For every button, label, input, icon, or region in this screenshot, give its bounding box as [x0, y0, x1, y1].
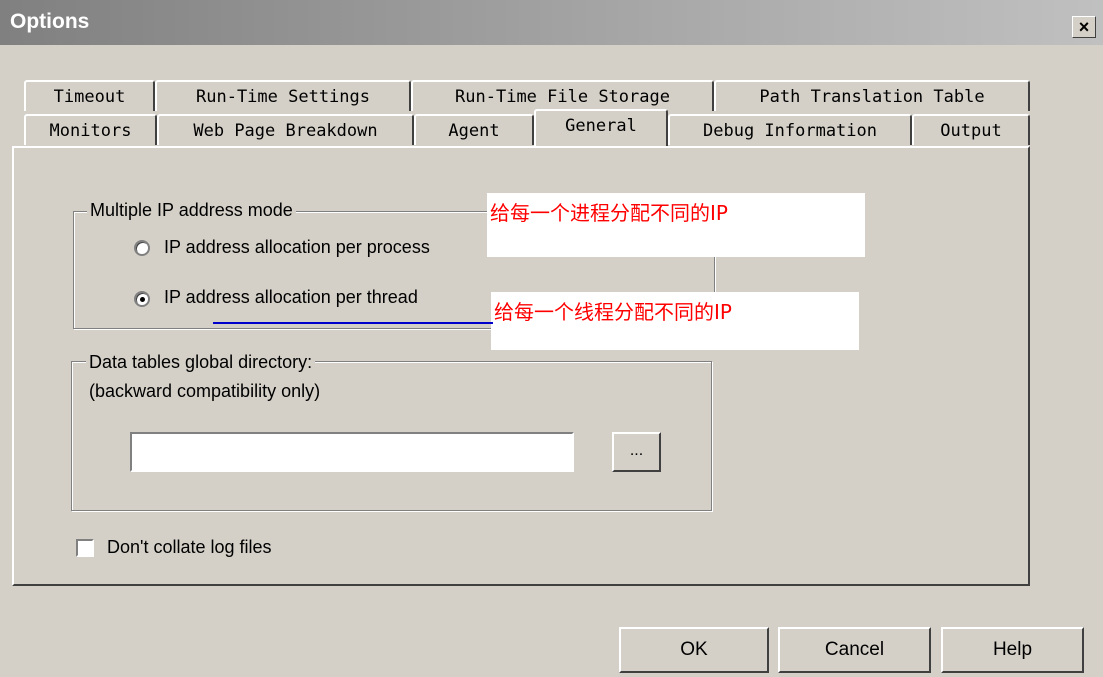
title-bar: Options ×: [0, 0, 1103, 45]
collate-log-files-checkbox[interactable]: [76, 539, 94, 557]
radio-per-thread-label[interactable]: IP address allocation per thread: [164, 287, 418, 308]
process-annotation: 给每一个进程分配不同的IP: [487, 193, 865, 257]
help-button[interactable]: Help: [941, 627, 1084, 673]
tab-debug-information[interactable]: Debug Information: [668, 114, 912, 145]
browse-button[interactable]: ...: [612, 432, 661, 472]
cancel-button[interactable]: Cancel: [778, 627, 931, 673]
tab-run-time-file-storage[interactable]: Run-Time File Storage: [411, 80, 714, 111]
radio-per-process-label[interactable]: IP address allocation per process: [164, 237, 430, 258]
annotation-underline: [213, 322, 493, 324]
tab-general[interactable]: General: [534, 109, 668, 146]
ok-button[interactable]: OK: [619, 627, 769, 673]
data-tables-directory-input[interactable]: [130, 432, 574, 472]
tab-output[interactable]: Output: [912, 114, 1030, 145]
close-button[interactable]: ×: [1072, 16, 1096, 38]
tab-web-page-breakdown[interactable]: Web Page Breakdown: [157, 114, 414, 145]
ip-mode-legend: Multiple IP address mode: [87, 200, 296, 221]
tab-monitors[interactable]: Monitors: [24, 114, 157, 145]
radio-per-process[interactable]: [134, 240, 150, 256]
radio-per-thread[interactable]: [134, 291, 150, 307]
tab-timeout[interactable]: Timeout: [24, 80, 155, 111]
radio-selected-dot: [140, 297, 145, 302]
tab-run-time-settings[interactable]: Run-Time Settings: [155, 80, 411, 111]
tab-path-translation-table[interactable]: Path Translation Table: [714, 80, 1030, 111]
collate-log-files-label[interactable]: Don't collate log files: [107, 537, 272, 558]
tab-agent[interactable]: Agent: [414, 114, 534, 145]
close-icon: ×: [1078, 17, 1090, 37]
thread-annotation: 给每一个线程分配不同的IP: [491, 292, 859, 350]
data-tables-sublabel: (backward compatibility only): [89, 381, 321, 401]
data-tables-legend: Data tables global directory:: [86, 352, 316, 373]
window-title: Options: [10, 10, 90, 33]
